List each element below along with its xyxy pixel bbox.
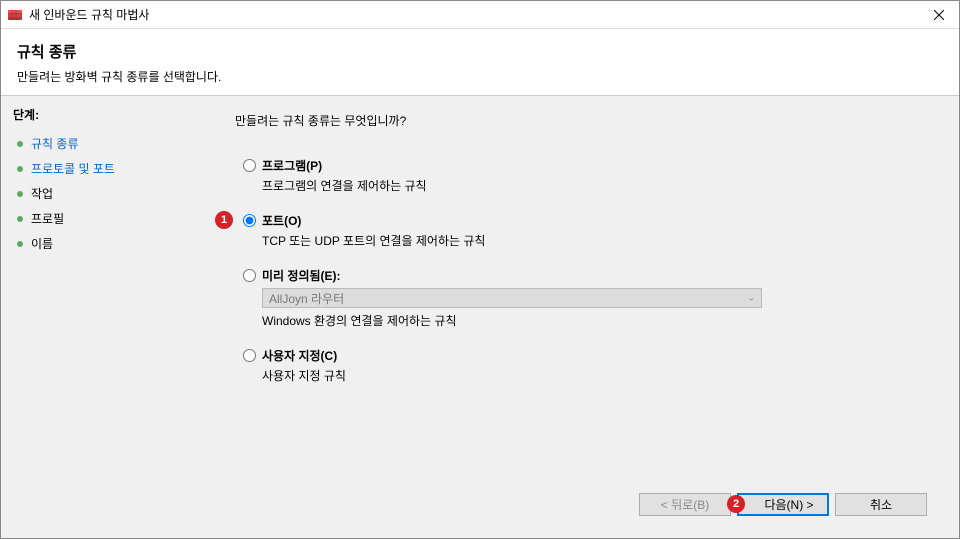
close-button[interactable] [919,1,959,29]
bullet-icon [17,141,23,147]
option-program-label: 프로그램(P) [262,157,322,174]
bullet-icon [17,191,23,197]
radio-custom[interactable] [243,349,256,362]
back-button[interactable]: < 뒤로(B) [639,493,731,516]
next-button[interactable]: 다음(N) > [737,493,829,516]
bullet-icon [17,216,23,222]
option-port-label: 포트(O) [262,212,301,229]
footer: < 뒤로(B) 2 다음(N) > 취소 [235,485,939,528]
radio-predefined[interactable] [243,269,256,282]
option-custom-desc: 사용자 지정 규칙 [262,367,939,384]
annotation-1: 1 [215,211,233,229]
radio-program[interactable] [243,159,256,172]
chevron-down-icon: ⌄ [747,293,755,304]
titlebar: 새 인바운드 규칙 마법사 [1,1,959,29]
radio-port[interactable] [243,214,256,227]
annotation-2: 2 [727,495,745,513]
step-name[interactable]: 이름 [13,231,199,256]
wizard-window: 새 인바운드 규칙 마법사 규칙 종류 만들려는 방화벽 규칙 종류를 선택합니… [0,0,960,539]
option-port-desc: TCP 또는 UDP 포트의 연결을 제어하는 규칙 [262,232,939,249]
page-title: 규칙 종류 [17,41,943,62]
option-port: 1 포트(O) TCP 또는 UDP 포트의 연결을 제어하는 규칙 [243,212,939,249]
sidebar-heading: 단계: [13,106,199,123]
main-content: 만들려는 규칙 종류는 무엇입니까? 프로그램(P) 프로그램의 연결을 제어하… [211,96,959,538]
combo-value: AllJoyn 라우터 [269,290,344,307]
option-predefined-desc: Windows 환경의 연결을 제어하는 규칙 [262,312,939,329]
option-custom-label: 사용자 지정(C) [262,347,337,364]
step-action[interactable]: 작업 [13,181,199,206]
body: 단계: 규칙 종류 프로토콜 및 포트 작업 프로필 이름 [1,96,959,538]
cancel-button[interactable]: 취소 [835,493,927,516]
option-custom: 사용자 지정(C) 사용자 지정 규칙 [243,347,939,384]
window-title: 새 인바운드 규칙 마법사 [29,6,919,23]
firewall-icon [7,7,23,23]
question-text: 만들려는 규칙 종류는 무엇입니까? [235,112,939,129]
option-program-desc: 프로그램의 연결을 제어하는 규칙 [262,177,939,194]
step-rule-type[interactable]: 규칙 종류 [13,131,199,156]
option-program: 프로그램(P) 프로그램의 연결을 제어하는 규칙 [243,157,939,194]
page-subtitle: 만들려는 방화벽 규칙 종류를 선택합니다. [17,68,943,85]
sidebar: 단계: 규칙 종류 프로토콜 및 포트 작업 프로필 이름 [1,96,211,538]
option-group: 프로그램(P) 프로그램의 연결을 제어하는 규칙 1 포트(O) TCP 또는… [243,157,939,402]
option-predefined: 미리 정의됨(E): AllJoyn 라우터 ⌄ Windows 환경의 연결을… [243,267,939,329]
header: 규칙 종류 만들려는 방화벽 규칙 종류를 선택합니다. [1,29,959,95]
bullet-icon [17,166,23,172]
predefined-combo[interactable]: AllJoyn 라우터 ⌄ [262,288,762,308]
step-profile[interactable]: 프로필 [13,206,199,231]
step-protocol-port[interactable]: 프로토콜 및 포트 [13,156,199,181]
bullet-icon [17,241,23,247]
option-predefined-label: 미리 정의됨(E): [262,267,341,284]
